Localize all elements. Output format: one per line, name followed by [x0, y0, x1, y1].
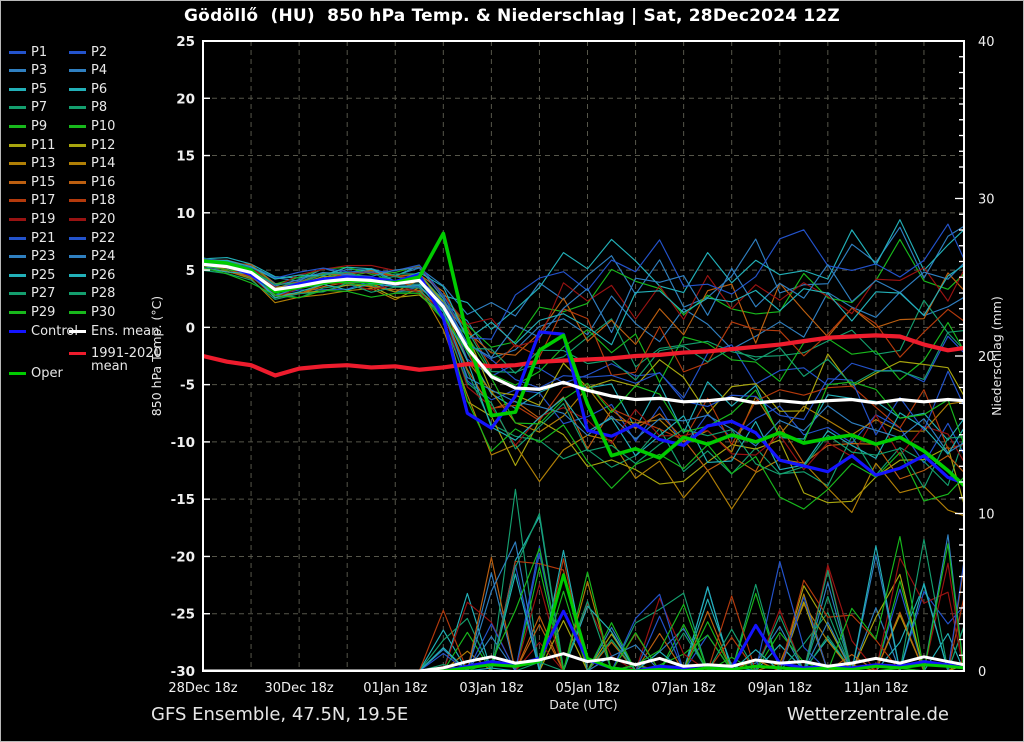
- y-left-tick-label: -30: [171, 664, 195, 680]
- y-right-tick-label: 0: [978, 665, 986, 680]
- y-left-tick-label: -20: [171, 549, 195, 565]
- plot-frame: [203, 41, 964, 671]
- y-left-tick-label: -25: [171, 607, 195, 623]
- y-left-tick-label: -15: [171, 492, 195, 508]
- model-run-info: GFS Ensemble, 47.5N, 19.5E: [151, 704, 408, 725]
- x-tick-label: 28Dec 18z: [168, 681, 237, 696]
- y-left-axis-title: 850 hPa Temp. (°C): [149, 296, 164, 416]
- x-tick-label: 05Jan 18z: [555, 681, 619, 696]
- y-left-tick-label: -10: [171, 435, 195, 451]
- x-tick-label: 03Jan 18z: [459, 681, 523, 696]
- x-tick-label: 11Jan 18z: [844, 681, 908, 696]
- y-right-tick-label: 30: [978, 193, 995, 208]
- site-credit: Wetterzentrale.de: [787, 704, 949, 725]
- ensemble-plot-canvas: 2520151050-5-10-15-20-25-3040302010028De…: [1, 1, 1023, 741]
- y-right-axis-title: Niederschlag (mm): [989, 296, 1004, 416]
- x-tick-label: 07Jan 18z: [652, 681, 716, 696]
- y-left-tick-label: 10: [176, 206, 195, 222]
- x-tick-label: 30Dec 18z: [265, 681, 334, 696]
- y-left-tick-label: -5: [180, 378, 195, 394]
- x-tick-label: 09Jan 18z: [748, 681, 812, 696]
- x-tick-label: 01Jan 18z: [363, 681, 427, 696]
- meteogram-window: Gödöllő (HU) 850 hPa Temp. & Niederschla…: [0, 0, 1024, 742]
- series-lines: [203, 220, 964, 671]
- y-left-tick-label: 5: [186, 263, 195, 279]
- y-left-tick-label: 15: [176, 149, 195, 165]
- y-right-tick-label: 10: [978, 508, 995, 523]
- series-1991-2020-mean: [203, 335, 964, 375]
- gridlines: [203, 41, 964, 671]
- series-temp-P15: [203, 268, 964, 479]
- y-left-tick-label: 25: [176, 34, 195, 50]
- y-left-tick-label: 0: [186, 320, 195, 336]
- y-right-tick-label: 40: [978, 35, 995, 50]
- y-left-tick-label: 20: [176, 91, 195, 107]
